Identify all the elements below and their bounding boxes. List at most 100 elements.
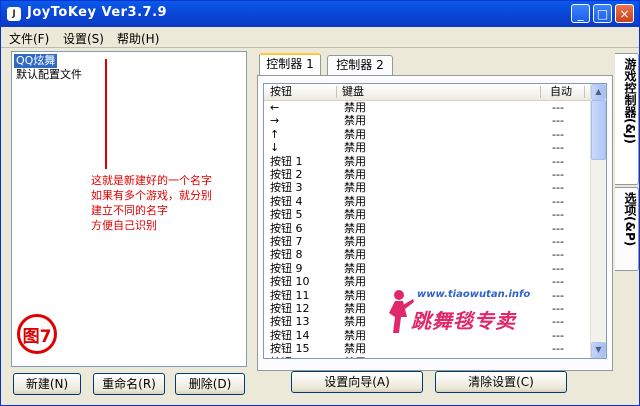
- minimize-button[interactable]: _: [571, 4, 590, 23]
- row-auto-cell: ---: [552, 168, 564, 181]
- row-button-cell: 按钮 9: [270, 261, 303, 275]
- row-keyboard-cell: 禁用: [344, 302, 366, 315]
- row-button-cell: 按钮 12: [270, 302, 310, 315]
- row-keyboard-cell: 禁用: [344, 328, 366, 342]
- row-auto-cell: ---: [552, 235, 564, 248]
- table-row[interactable]: 按钮 1 禁用 ---: [264, 155, 592, 168]
- setup-wizard-button[interactable]: 设置向导(A): [291, 371, 423, 393]
- row-keyboard-cell: 禁用: [344, 342, 366, 356]
- table-row[interactable]: 按钮 16 禁用 ---: [264, 356, 592, 358]
- scroll-down-arrow-icon[interactable]: ▼: [591, 342, 606, 358]
- row-button-cell: 按钮 13: [270, 315, 310, 329]
- row-auto-cell: ---: [552, 356, 564, 358]
- row-button-cell: 按钮 2: [270, 168, 303, 181]
- table-row[interactable]: 按钮 6 禁用 ---: [264, 222, 592, 235]
- table-row[interactable]: ↑ 禁用 ---: [264, 128, 592, 141]
- side-tab-options[interactable]: 选项(&P): [615, 187, 639, 271]
- row-keyboard-cell: 禁用: [344, 221, 366, 235]
- watermark-url: www.tiaowutan.info: [417, 289, 531, 300]
- rename-button[interactable]: 重命名(R): [93, 373, 165, 395]
- side-tab-options-label: 选项(&P): [623, 192, 637, 247]
- row-auto-cell: ---: [552, 261, 564, 275]
- row-button-cell: 按钮 6: [270, 221, 303, 235]
- row-auto-cell: ---: [552, 114, 564, 128]
- row-button-cell: 按钮 7: [270, 235, 303, 248]
- row-button-cell: 按钮 3: [270, 181, 303, 195]
- table-header: 按钮 键盘 自动: [264, 84, 592, 101]
- row-keyboard-cell: 禁用: [344, 288, 366, 302]
- row-keyboard-cell: 禁用: [344, 181, 366, 195]
- profile-item-default[interactable]: 默认配置文件: [14, 68, 84, 82]
- row-auto-cell: ---: [552, 127, 564, 141]
- table-row[interactable]: 按钮 15 禁用 ---: [264, 342, 592, 355]
- row-button-cell: →: [270, 114, 280, 128]
- close-button[interactable]: ×: [615, 4, 634, 23]
- row-keyboard-cell: 禁用: [344, 127, 366, 141]
- menu-bar: 文件(F) 设置(S) 帮助(H): [1, 27, 639, 48]
- row-keyboard-cell: 禁用: [344, 235, 366, 248]
- row-keyboard-cell: 禁用: [344, 248, 366, 262]
- delete-button[interactable]: 删除(D): [175, 373, 245, 395]
- row-auto-cell: ---: [552, 208, 564, 222]
- dancer-icon: [389, 290, 414, 333]
- row-button-cell: 按钮 1: [270, 154, 303, 168]
- profile-item-qq-dance[interactable]: QQ炫舞: [14, 54, 58, 68]
- app-icon: J: [7, 7, 21, 21]
- row-auto-cell: ---: [552, 342, 564, 356]
- annotation-line: [105, 59, 107, 169]
- window-title: JoyToKey Ver3.7.9: [27, 5, 168, 20]
- row-auto-cell: ---: [552, 141, 564, 155]
- row-button-cell: 按钮 14: [270, 328, 310, 342]
- row-keyboard-cell: 禁用: [344, 154, 366, 168]
- table-row[interactable]: 按钮 2 禁用 ---: [264, 168, 592, 181]
- row-auto-cell: ---: [552, 194, 564, 208]
- row-button-cell: ↑: [270, 127, 280, 141]
- table-scrollbar[interactable]: ▲ ▼: [590, 84, 606, 358]
- menu-file[interactable]: 文件(F): [9, 30, 49, 47]
- row-keyboard-cell: 禁用: [344, 168, 366, 181]
- row-button-cell: 按钮 8: [270, 248, 303, 262]
- row-keyboard-cell: 禁用: [344, 141, 366, 155]
- app-window: J JoyToKey Ver3.7.9 _ □ × 文件(F) 设置(S) 帮助…: [0, 0, 640, 406]
- table-row[interactable]: → 禁用 ---: [264, 114, 592, 127]
- row-button-cell: 按钮 11: [270, 288, 310, 302]
- clear-settings-button[interactable]: 清除设置(C): [435, 371, 567, 393]
- figure-label: 图7: [17, 314, 57, 354]
- table-row[interactable]: 按钮 9 禁用 ---: [264, 262, 592, 275]
- row-button-cell: 按钮 10: [270, 275, 310, 289]
- table-row[interactable]: 按钮 4 禁用 ---: [264, 195, 592, 208]
- side-tab-game-controller[interactable]: 游戏控制器(&J): [615, 53, 639, 185]
- menu-help[interactable]: 帮助(H): [117, 30, 159, 47]
- scroll-up-arrow-icon[interactable]: ▲: [591, 84, 606, 100]
- new-button[interactable]: 新建(N): [13, 373, 81, 395]
- table-row[interactable]: 按钮 3 禁用 ---: [264, 181, 592, 194]
- table-row[interactable]: 按钮 5 禁用 ---: [264, 208, 592, 221]
- tab-controller-2[interactable]: 控制器 2: [327, 55, 393, 75]
- row-auto-cell: ---: [552, 248, 564, 262]
- row-button-cell: 按钮 16: [270, 356, 310, 358]
- row-auto-cell: ---: [552, 101, 564, 114]
- maximize-button[interactable]: □: [593, 4, 612, 23]
- column-header-keyboard[interactable]: 键盘: [342, 85, 364, 99]
- row-button-cell: 按钮 5: [270, 208, 303, 222]
- watermark-text: 跳舞毯专卖: [411, 309, 516, 333]
- table-row[interactable]: 按钮 7 禁用 ---: [264, 235, 592, 248]
- row-auto-cell: ---: [552, 154, 564, 168]
- scroll-thumb[interactable]: [591, 100, 606, 160]
- row-keyboard-cell: 禁用: [344, 356, 366, 358]
- table-row[interactable]: ↓ 禁用 ---: [264, 141, 592, 154]
- row-keyboard-cell: 禁用: [344, 101, 366, 114]
- tab-controller-1[interactable]: 控制器 1: [259, 53, 321, 77]
- menu-settings[interactable]: 设置(S): [63, 30, 104, 47]
- row-keyboard-cell: 禁用: [344, 194, 366, 208]
- table-row[interactable]: 按钮 8 禁用 ---: [264, 248, 592, 261]
- table-row[interactable]: ← 禁用 ---: [264, 101, 592, 114]
- title-bar[interactable]: J JoyToKey Ver3.7.9 _ □ ×: [1, 1, 639, 27]
- watermark-logo: www.tiaowutan.info 跳舞毯专卖: [381, 285, 557, 343]
- column-header-auto[interactable]: 自动: [550, 85, 572, 99]
- row-button-cell: ←: [270, 101, 280, 114]
- annotation-text: 这就是新建好的一个名字 如果有多个游戏，就分别 建立不同的名字 方便自己识别: [91, 174, 212, 232]
- row-keyboard-cell: 禁用: [344, 208, 366, 222]
- column-header-button[interactable]: 按钮: [270, 85, 292, 99]
- row-button-cell: 按钮 15: [270, 342, 310, 356]
